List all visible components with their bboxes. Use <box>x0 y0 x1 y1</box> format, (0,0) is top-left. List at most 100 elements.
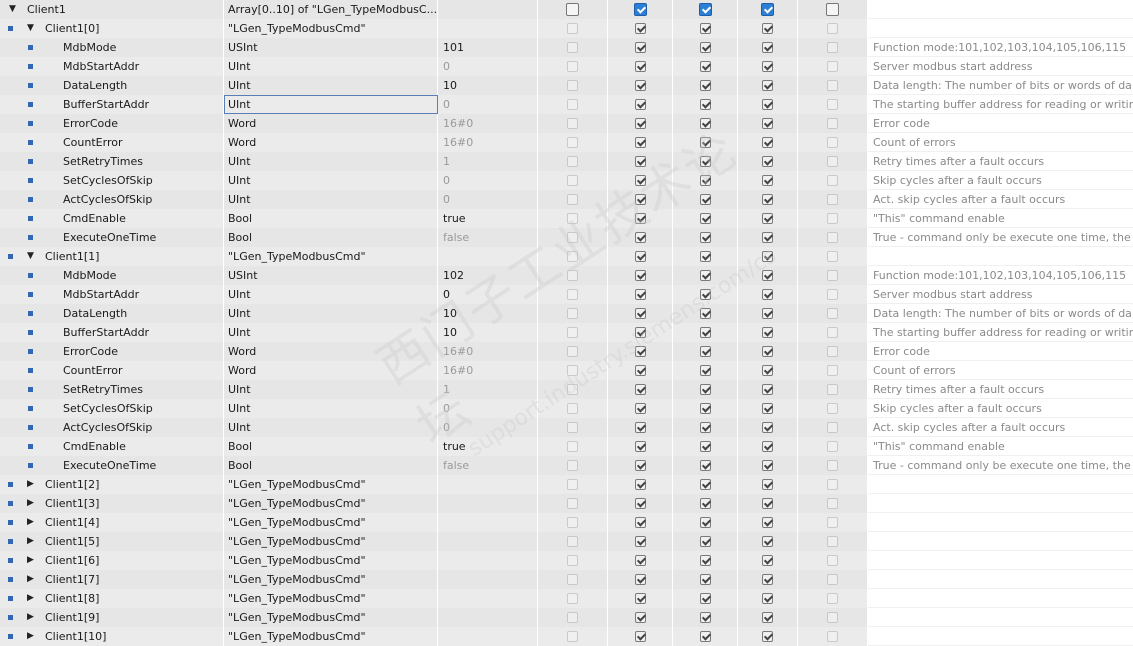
name-cell[interactable]: ▶ Client1[6] <box>0 551 224 570</box>
comment-cell[interactable]: Server modbus start address <box>868 285 1133 304</box>
checked-checkbox[interactable] <box>634 631 646 642</box>
comment-cell[interactable]: "This" command enable <box>868 209 1133 228</box>
start-value-cell[interactable] <box>438 570 538 589</box>
start-value-cell[interactable]: 102 <box>438 266 538 285</box>
table-row[interactable]: ▶ Client1[2] "LGen_TypeModbusCmd" <box>0 475 1133 494</box>
table-row[interactable]: ▶ Client1[5] "LGen_TypeModbusCmd" <box>0 532 1133 551</box>
expand-arrow-icon[interactable]: ▶ <box>27 475 34 494</box>
unchecked-checkbox[interactable] <box>827 137 838 148</box>
table-row[interactable]: ▶ Client1[8] "LGen_TypeModbusCmd" <box>0 589 1133 608</box>
checked-checkbox[interactable] <box>762 270 773 281</box>
unchecked-checkbox[interactable] <box>567 118 578 129</box>
comment-cell[interactable]: Data length: The number of bits or words… <box>868 304 1133 323</box>
name-cell[interactable]: ActCyclesOfSkip <box>0 418 224 437</box>
checked-checkbox[interactable] <box>634 460 646 471</box>
unchecked-checkbox[interactable] <box>827 422 838 433</box>
unchecked-checkbox[interactable] <box>567 441 578 452</box>
comment-cell[interactable]: Function mode:101,102,103,104,105,106,11… <box>868 266 1133 285</box>
data-type-cell[interactable]: UInt <box>224 95 438 114</box>
start-value-cell[interactable] <box>438 589 538 608</box>
unchecked-checkbox[interactable] <box>827 631 838 642</box>
name-cell[interactable]: ErrorCode <box>0 114 224 133</box>
checked-checkbox[interactable] <box>699 384 711 395</box>
checked-checkbox[interactable] <box>634 498 646 509</box>
start-value-cell[interactable]: 0 <box>438 285 538 304</box>
checked-checkbox[interactable] <box>634 536 646 547</box>
unchecked-checkbox[interactable] <box>567 346 578 357</box>
table-row[interactable]: ExecuteOneTime Bool false True - command on… <box>0 456 1133 475</box>
name-cell[interactable]: DataLength <box>0 76 224 95</box>
unchecked-checkbox[interactable] <box>827 536 838 547</box>
checked-checkbox[interactable] <box>699 517 711 528</box>
checked-checkbox[interactable] <box>634 175 646 186</box>
comment-cell[interactable]: True - command only be execute one time,… <box>868 228 1133 247</box>
checked-checkbox[interactable] <box>698 3 712 16</box>
name-cell[interactable]: ▶ Client1[10] <box>0 627 224 646</box>
checked-checkbox[interactable] <box>699 536 711 547</box>
unchecked-checkbox[interactable] <box>827 574 838 585</box>
comment-cell[interactable]: Skip cycles after a fault occurs <box>868 171 1133 190</box>
table-row[interactable]: ▶ Client1[10] "LGen_TypeModbusCmd" <box>0 627 1133 646</box>
collapse-arrow-icon[interactable]: ▼ <box>27 19 34 38</box>
table-row[interactable]: ErrorCode Word 16#0 Error code <box>0 114 1133 133</box>
name-cell[interactable]: MdbStartAddr <box>0 285 224 304</box>
checked-checkbox[interactable] <box>634 555 646 566</box>
table-row[interactable]: ▼ Client1[1] "LGen_TypeModbusCmd" <box>0 247 1133 266</box>
unchecked-checkbox[interactable] <box>567 612 578 623</box>
table-row[interactable]: BufferStartAddr UInt 0 The starting buffer … <box>0 95 1133 114</box>
data-type-cell[interactable]: "LGen_TypeModbusCmd" <box>224 627 438 646</box>
checked-checkbox[interactable] <box>762 232 773 243</box>
name-cell[interactable]: ErrorCode <box>0 342 224 361</box>
unchecked-checkbox[interactable] <box>567 422 578 433</box>
name-cell[interactable]: CountError <box>0 361 224 380</box>
name-cell[interactable]: ▶ Client1[7] <box>0 570 224 589</box>
start-value-cell[interactable] <box>438 627 538 646</box>
expand-arrow-icon[interactable]: ▶ <box>27 570 34 589</box>
unchecked-checkbox[interactable] <box>567 555 578 566</box>
unchecked-checkbox[interactable] <box>827 213 838 224</box>
unchecked-checkbox[interactable] <box>827 555 838 566</box>
expand-arrow-icon[interactable]: ▶ <box>27 532 34 551</box>
unchecked-checkbox[interactable] <box>567 308 578 319</box>
name-cell[interactable]: DataLength <box>0 304 224 323</box>
unchecked-checkbox[interactable] <box>567 593 578 604</box>
unchecked-checkbox[interactable] <box>567 384 578 395</box>
data-type-cell[interactable]: "LGen_TypeModbusCmd" <box>224 608 438 627</box>
unchecked-checkbox[interactable] <box>827 308 838 319</box>
checked-checkbox[interactable] <box>699 42 711 53</box>
unchecked-checkbox[interactable] <box>827 460 838 471</box>
data-type-cell[interactable]: "LGen_TypeModbusCmd" <box>224 589 438 608</box>
checked-checkbox[interactable] <box>634 23 646 34</box>
checked-checkbox[interactable] <box>634 593 646 604</box>
data-type-cell[interactable]: UInt <box>224 399 438 418</box>
checked-checkbox[interactable] <box>762 593 773 604</box>
data-type-cell[interactable]: Word <box>224 133 438 152</box>
name-cell[interactable]: ▶ Client1[9] <box>0 608 224 627</box>
unchecked-checkbox[interactable] <box>827 403 838 414</box>
start-value-cell[interactable]: 10 <box>438 323 538 342</box>
data-type-cell[interactable]: UInt <box>224 285 438 304</box>
start-value-cell[interactable]: false <box>438 456 538 475</box>
table-row[interactable]: CountError Word 16#0 Count of errors <box>0 361 1133 380</box>
checked-checkbox[interactable] <box>699 156 711 167</box>
checked-checkbox[interactable] <box>762 498 773 509</box>
checked-checkbox[interactable] <box>634 422 646 433</box>
table-row[interactable]: MdbMode USInt 102 Function mode:101,102,103… <box>0 266 1133 285</box>
start-value-cell[interactable]: 0 <box>438 171 538 190</box>
checked-checkbox[interactable] <box>699 593 711 604</box>
unchecked-checkbox[interactable] <box>567 80 578 91</box>
unchecked-checkbox[interactable] <box>827 327 838 338</box>
start-value-cell[interactable]: 0 <box>438 418 538 437</box>
comment-cell[interactable] <box>868 494 1133 513</box>
checked-checkbox[interactable] <box>699 498 711 509</box>
checked-checkbox[interactable] <box>634 403 646 414</box>
checked-checkbox[interactable] <box>634 80 646 91</box>
comment-cell[interactable]: Act. skip cycles after a fault occurs <box>868 190 1133 209</box>
name-cell[interactable]: BufferStartAddr <box>0 323 224 342</box>
start-value-cell[interactable]: 0 <box>438 190 538 209</box>
data-type-cell[interactable]: "LGen_TypeModbusCmd" <box>224 570 438 589</box>
comment-cell[interactable]: Retry times after a fault occurs <box>868 380 1133 399</box>
checked-checkbox[interactable] <box>699 422 711 433</box>
unchecked-checkbox[interactable] <box>827 61 838 72</box>
name-cell[interactable]: MdbStartAddr <box>0 57 224 76</box>
